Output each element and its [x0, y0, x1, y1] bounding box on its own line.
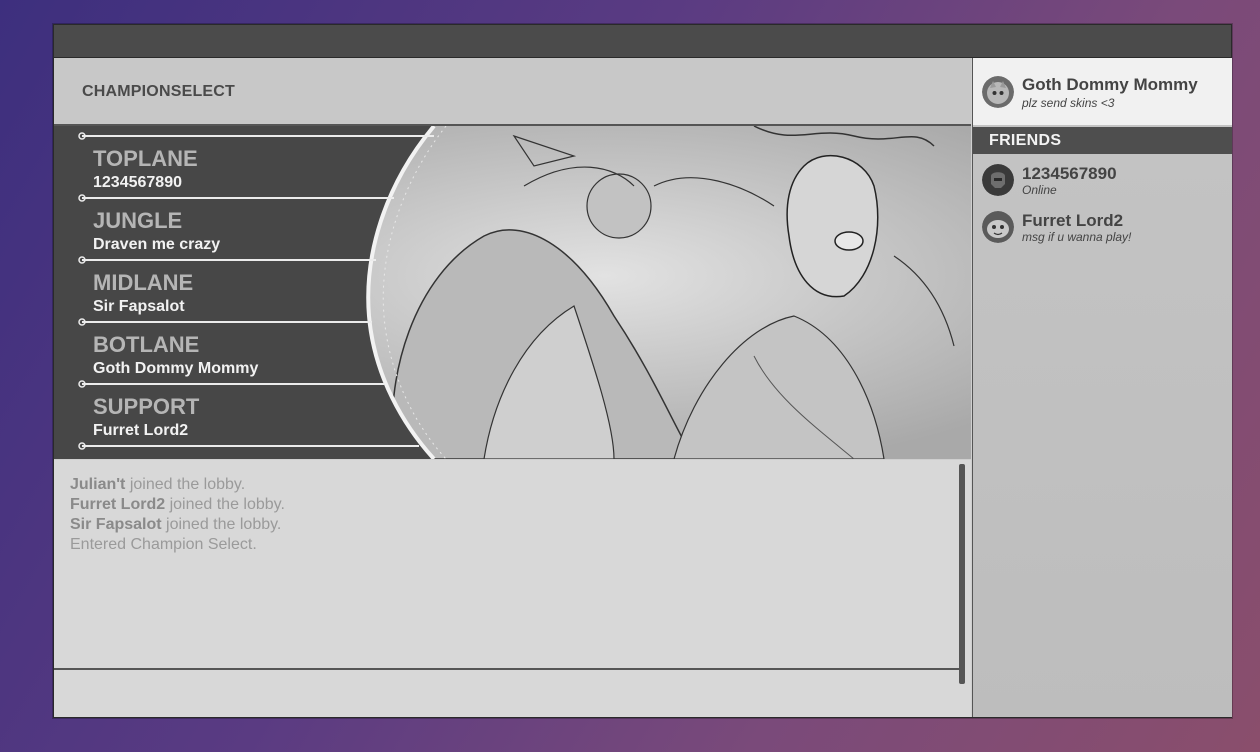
friends-header-label: FRIENDS: [989, 132, 1062, 149]
chat-message: Furret Lord2 joined the lobby.: [70, 495, 285, 515]
lane-role: BOTLANE: [93, 332, 200, 357]
chat-message-name: Julian't: [70, 476, 126, 493]
social-sidebar: Goth Dommy Mommy plz send skins <3 FRIEN…: [972, 58, 1232, 717]
chat-message-name: Sir Fapsalot: [70, 516, 162, 533]
friend-name: Furret Lord2: [1022, 211, 1124, 230]
lane-player: 1234567890: [93, 174, 182, 191]
chat-log: Julian't joined the lobby. Furret Lord2 …: [70, 475, 285, 555]
friend-name: 1234567890: [1022, 164, 1117, 183]
profile-card[interactable]: Goth Dommy Mommy plz send skins <3: [973, 58, 1232, 125]
avatar: [982, 76, 1014, 108]
lane-list: TOPLANE 1234567890 JUNGLE Draven me craz…: [82, 132, 442, 456]
profile-status: plz send skins <3: [1022, 96, 1115, 110]
chat-message-name: Furret Lord2: [70, 496, 166, 513]
lane-toplane[interactable]: TOPLANE 1234567890: [82, 132, 442, 194]
lane-player: Sir Fapsalot: [93, 298, 185, 315]
main-panel: CHAMPIONSELECT TOPLANE 1234567890 JUNGLE…: [54, 58, 971, 717]
profile-name: Goth Dommy Mommy: [1022, 75, 1198, 94]
lane-support[interactable]: SUPPORT Furret Lord2: [82, 380, 442, 442]
avatar: [982, 164, 1014, 196]
chat-scrollbar[interactable]: [959, 464, 965, 684]
lane-botlane[interactable]: BOTLANE Goth Dommy Mommy: [82, 318, 442, 380]
chat-message: Julian't joined the lobby.: [70, 475, 285, 495]
lane-player: Draven me crazy: [93, 236, 221, 253]
title-bar[interactable]: [54, 25, 1231, 58]
lane-jungle[interactable]: JUNGLE Draven me crazy: [82, 194, 442, 256]
page-header: CHAMPIONSELECT: [54, 58, 971, 126]
friend-item[interactable]: 1234567890 Online: [973, 164, 1232, 208]
lane-role: TOPLANE: [93, 146, 198, 171]
friend-status: msg if u wanna play!: [1022, 230, 1132, 244]
app-window: CHAMPIONSELECT TOPLANE 1234567890 JUNGLE…: [53, 24, 1232, 718]
lane-role: JUNGLE: [93, 208, 183, 233]
champion-banner: TOPLANE 1234567890 JUNGLE Draven me craz…: [54, 126, 971, 459]
lane-player: Goth Dommy Mommy: [93, 360, 259, 377]
friend-item[interactable]: Furret Lord2 msg if u wanna play!: [973, 211, 1232, 255]
lane-player: Furret Lord2: [93, 422, 189, 439]
chat-message: Entered Champion Select.: [70, 535, 285, 555]
friend-status: Online: [1022, 183, 1057, 197]
chat-input[interactable]: [54, 670, 963, 717]
chat-message: Sir Fapsalot joined the lobby.: [70, 515, 285, 535]
chat-panel: Julian't joined the lobby. Furret Lord2 …: [54, 460, 971, 717]
chat-message-text: joined the lobby.: [165, 496, 285, 513]
chat-message-text: joined the lobby.: [125, 476, 246, 493]
avatar: [982, 211, 1014, 243]
lane-role: MIDLANE: [93, 270, 194, 295]
friends-header: FRIENDS: [973, 127, 1232, 154]
lane-role: SUPPORT: [93, 394, 200, 419]
page-title: CHAMPIONSELECT: [82, 83, 236, 100]
lane-midlane[interactable]: MIDLANE Sir Fapsalot: [82, 256, 442, 318]
chat-message-text: joined the lobby.: [161, 516, 282, 533]
chat-message-text: Entered Champion Select.: [70, 536, 257, 553]
